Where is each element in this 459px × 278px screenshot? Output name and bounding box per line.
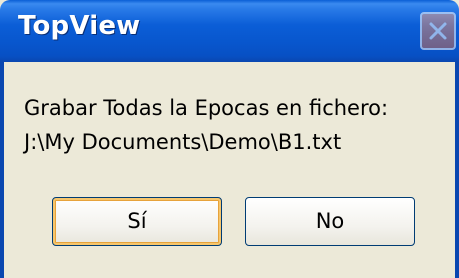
yes-button[interactable]: Sí xyxy=(52,197,222,246)
message-text: Grabar Todas la Epocas en fichero: xyxy=(24,96,389,120)
no-button[interactable]: No xyxy=(245,197,415,246)
window-frame-right xyxy=(455,62,459,278)
close-button[interactable] xyxy=(420,12,456,50)
dialog-window: TopView Grabar Todas la Epocas en ficher… xyxy=(0,0,459,278)
title-bar[interactable]: TopView xyxy=(0,0,459,62)
file-path-text: J:\My Documents\Demo\B1.txt xyxy=(24,130,342,154)
close-icon xyxy=(429,22,447,40)
window-title: TopView xyxy=(18,11,141,41)
window-frame-left xyxy=(0,62,4,278)
